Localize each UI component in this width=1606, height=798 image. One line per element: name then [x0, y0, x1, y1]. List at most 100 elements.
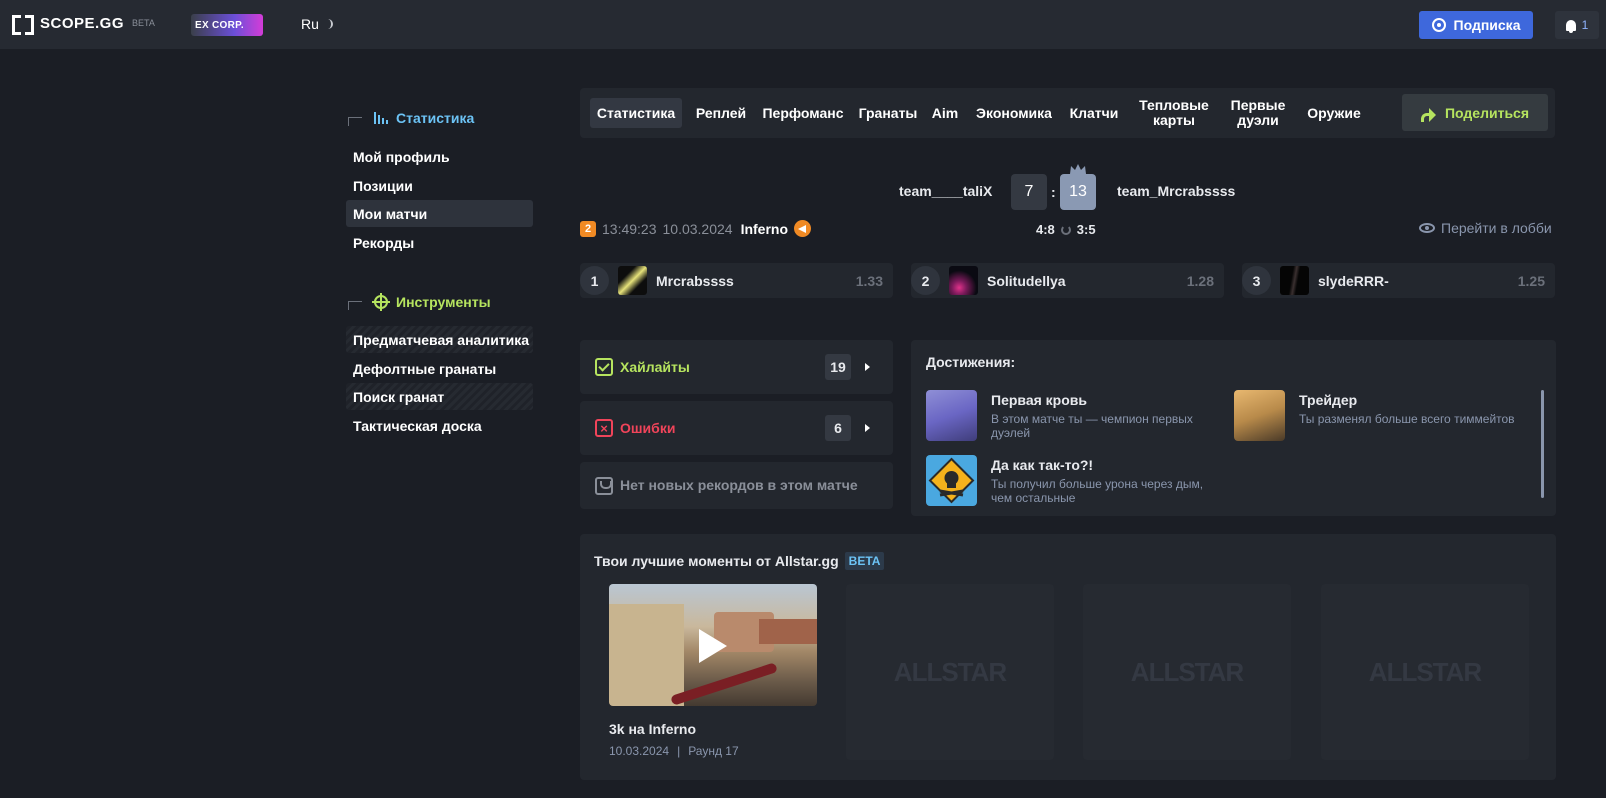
highlights-count: 19 — [825, 354, 851, 380]
avatar — [1280, 266, 1309, 295]
highlights-row[interactable]: Хайлайты 19 — [580, 340, 893, 394]
clip-date: 10.03.2024 — [609, 744, 670, 758]
sidebar-stats-heading[interactable]: Статистика — [348, 110, 474, 126]
source-badge: 2 — [580, 220, 596, 237]
tab-statistics[interactable]: Статистика — [590, 98, 682, 128]
subscribe-button[interactable]: Подписка — [1419, 11, 1533, 39]
share-arrow-icon — [1420, 107, 1436, 122]
beta-badge: BETA — [844, 552, 885, 570]
eye-icon — [1419, 223, 1435, 233]
bell-icon — [1565, 19, 1576, 33]
tab-weapons[interactable]: Оружие — [1300, 98, 1368, 128]
errors-row[interactable]: × Ошибки 6 — [580, 401, 893, 455]
chevron-right-icon — [865, 424, 870, 432]
language-label: Ru — [301, 16, 319, 32]
sidebar-item-positions[interactable]: Позиции — [346, 172, 533, 199]
top-player-card[interactable]: 1 Mrcrabssss 1.33 — [580, 263, 893, 298]
language-switch[interactable]: Ru — [301, 16, 333, 32]
achievement-hazard-icon — [926, 455, 977, 506]
map-name: Inferno — [740, 220, 789, 237]
clip-placeholder: ALLSTAR — [1083, 584, 1291, 760]
clip-thumbnail[interactable] — [609, 584, 817, 706]
scene-knife — [670, 662, 778, 706]
player-name: slydeRRR- — [1318, 273, 1389, 289]
score-right: 13 — [1060, 174, 1096, 210]
match-meta: 2 13:49:23 10.03.2024 Inferno — [580, 220, 812, 237]
player-rating: 1.25 — [1517, 273, 1545, 289]
crosshair-icon — [372, 293, 390, 311]
notifications-count: 1 — [1581, 18, 1589, 32]
logo-beta: BETA — [132, 18, 155, 28]
avatar — [618, 266, 647, 295]
check-icon — [595, 358, 613, 376]
sidebar-item-profile[interactable]: Мой профиль — [346, 143, 533, 170]
sidebar-item-tactical-board[interactable]: Тактическая доска — [346, 412, 533, 439]
tab-heatmaps[interactable]: Тепловые карты — [1133, 98, 1215, 128]
match-time: 13:49:23 — [602, 220, 657, 237]
achievement-name: Первая кровь — [991, 392, 1087, 408]
subscribe-icon — [1431, 18, 1446, 32]
achievements-panel: Достижения: Первая кровь В этом матче ты… — [911, 340, 1556, 516]
top-player-card[interactable]: 2 Solitudellya 1.28 — [911, 263, 1224, 298]
scene-wall — [609, 604, 684, 706]
clip-title[interactable]: 3k на Inferno — [609, 721, 696, 737]
records-text: Нет новых рекордов в этом матче — [620, 477, 858, 493]
half-right: 3:5 — [1076, 222, 1096, 237]
player-name: Mrcrabssss — [656, 273, 734, 289]
allstar-panel: Твои лучшие моменты от Allstar.gg BETA 3… — [580, 534, 1556, 780]
partner-logo[interactable]: EX CORP. — [191, 14, 263, 36]
notifications-button[interactable]: 1 — [1555, 11, 1599, 39]
tab-replay[interactable]: Реплей — [688, 98, 754, 128]
tab-aim[interactable]: Aim — [928, 98, 962, 128]
achievement-trader-icon — [1234, 390, 1285, 441]
sidebar-item-my-matches[interactable]: Мои матчи — [346, 200, 533, 227]
achievement-desc: Ты разменял больше всего тиммейтов — [1299, 412, 1515, 426]
tab-first-duels[interactable]: Первые дуэли — [1225, 98, 1291, 128]
achievement-name: Да как так-то?! — [991, 457, 1094, 473]
tab-clutches[interactable]: Клатчи — [1065, 98, 1123, 128]
errors-label: Ошибки — [620, 420, 676, 436]
team-left-name: team____taliX — [899, 183, 993, 199]
achievement-first-blood-icon — [926, 390, 977, 441]
logo[interactable]: SCOPE.GG BETA — [12, 14, 155, 35]
lobby-label: Перейти в лобби — [1441, 220, 1552, 236]
tab-performance[interactable]: Перфоманс — [760, 98, 846, 128]
tab-economy[interactable]: Экономика — [970, 98, 1058, 128]
player-rating: 1.33 — [855, 273, 883, 289]
clip-round: Раунд 17 — [688, 744, 739, 758]
clip-placeholder: ALLSTAR — [846, 584, 1054, 760]
player-rank: 2 — [911, 266, 940, 295]
achievement-desc: Ты получил больше урона через дым, чем о… — [991, 477, 1204, 505]
lobby-link[interactable]: Перейти в лобби — [1419, 220, 1552, 236]
chevron-right-icon — [865, 363, 870, 371]
score-left: 7 — [1011, 174, 1047, 210]
play-icon[interactable] — [699, 629, 727, 663]
half-left: 4:8 — [1036, 222, 1055, 237]
match-tabs: Статистика Реплей Перфоманс Гранаты Aim … — [580, 88, 1555, 138]
swap-sides-icon — [1060, 224, 1071, 235]
top-player-card[interactable]: 3 slydeRRR- 1.25 — [1242, 263, 1555, 298]
theme-moon-icon[interactable] — [325, 19, 333, 29]
allstar-title-text: Твои лучшие моменты от Allstar.gg — [594, 553, 839, 569]
map-icon — [794, 220, 812, 237]
logo-text: SCOPE.GG — [40, 14, 125, 32]
sidebar-item-prematch[interactable]: Предматчевая аналитика — [346, 326, 533, 353]
highlights-label: Хайлайты — [620, 359, 690, 375]
sidebar-item-nade-search[interactable]: Поиск гранат — [346, 383, 533, 410]
player-rating: 1.28 — [1186, 273, 1214, 289]
sidebar-item-default-nades[interactable]: Дефолтные гранаты — [346, 355, 533, 382]
share-button[interactable]: Поделиться — [1402, 94, 1548, 131]
match-date: 10.03.2024 — [662, 220, 733, 237]
achievements-scrollbar[interactable] — [1541, 390, 1544, 498]
score-colon: : — [1051, 184, 1056, 200]
clip-meta: 10.03.2024 | Раунд 17 — [609, 744, 739, 758]
achievements-title: Достижения: — [926, 354, 1016, 370]
sidebar-tools-label: Инструменты — [396, 294, 491, 310]
tab-grenades[interactable]: Гранаты — [855, 98, 921, 128]
sidebar-tools-heading[interactable]: Инструменты — [348, 293, 491, 311]
skull-warning-icon — [928, 457, 975, 504]
sidebar-item-records[interactable]: Рекорды — [346, 229, 533, 256]
errors-count: 6 — [825, 415, 851, 441]
half-scores: 4:8 3:5 — [1036, 222, 1096, 237]
bracket-icon — [348, 300, 362, 310]
